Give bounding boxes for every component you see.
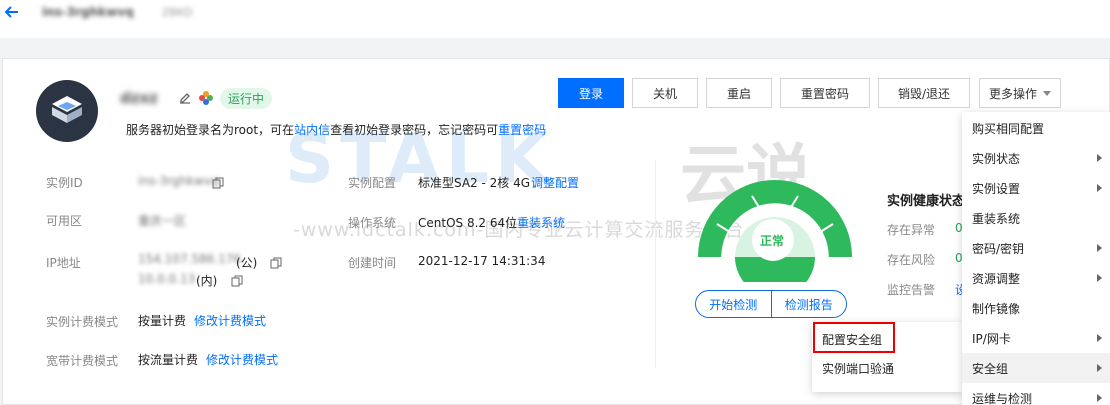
created-time-label: 创建时间 [348,256,397,270]
login-button[interactable]: 登录 [558,78,624,108]
check-report-button[interactable]: 检测报告 [770,291,847,317]
bandwidth-billing-label: 宽带计费模式 [46,354,119,368]
login-hint: 服务器初始登录名为root，可在站内信查看初始登录密码，忘记密码可重置密码 [126,121,546,138]
ip-label: IP地址 [46,256,81,270]
column-divider [655,160,656,368]
reset-password-link[interactable]: 重置密码 [498,123,546,137]
menu-item-label: 重装系统 [972,211,1021,226]
health-gauge [698,180,852,282]
menu-item-reinstall-os[interactable]: 重装系统 [962,203,1110,233]
menu-item-security-group[interactable]: 安全组 [962,353,1110,383]
adjust-config-link[interactable]: 调整配置 [531,174,579,191]
health-row-label: 存在风险 [887,253,936,267]
instance-id-label: 实例ID [46,176,83,190]
instance-title-row: dzxz 运行中 [120,87,273,109]
menu-item-ip-nic[interactable]: IP/网卡 [962,323,1110,353]
reinstall-os-link[interactable]: 重装系统 [517,214,565,231]
menu-item-password-key[interactable]: 密码/密钥 [962,233,1110,263]
zone-value: 重庆一区 [138,214,187,228]
os-label: 操作系统 [348,216,397,230]
port-check-item[interactable]: 实例端口验通 [812,353,962,383]
billing-mode-value: 按量计费 [138,314,187,328]
instance-id-value: ins-3rghkwvq [138,174,219,188]
instance-sub-header: ZBKD [162,6,193,19]
menu-item-label: 制作镜像 [972,301,1021,316]
copy-icon[interactable] [212,177,224,189]
shutdown-button[interactable]: 关机 [632,78,698,108]
health-row-label: 存在异常 [887,223,936,237]
hint-middle: 查看初始登录密码，忘记密码可 [330,123,499,137]
menu-item-label: 实例设置 [972,181,1021,196]
ip-private-suffix: (内) [196,274,218,288]
os-value: CentOS 8.2 64位 [418,216,518,230]
copy-icon[interactable] [231,275,243,287]
edit-icon[interactable] [178,91,192,105]
bandwidth-billing-value: 按流量计费 [138,353,199,367]
menu-item-buy-same-config[interactable]: 购买相同配置 [962,113,1110,143]
chevron-right-icon [1097,244,1102,252]
terminate-button[interactable]: 销毁/退还 [878,78,970,108]
menu-item-label: 密码/密钥 [972,241,1025,256]
more-actions-label: 更多操作 [988,86,1037,101]
menu-item-label: 运维与检测 [972,391,1033,405]
start-check-button[interactable]: 开始检测 [696,291,771,317]
config-value: 标准型SA2 - 2核 4G [418,176,531,190]
health-status-title: 实例健康状态 [887,194,966,209]
reset-password-button[interactable]: 重置密码 [780,78,870,108]
chevron-right-icon [1097,364,1102,372]
more-actions-menu: 购买相同配置 实例状态 实例设置 重装系统 密码/密钥 资源调整 制作镜像 IP… [962,112,1110,405]
menu-item-instance-status[interactable]: 实例状态 [962,143,1110,173]
config-label: 实例配置 [348,176,397,190]
check-button-group: 开始检测 检测报告 [695,290,847,318]
modify-billing-link[interactable]: 修改计费模式 [194,312,266,329]
menu-item-resource-adjust[interactable]: 资源调整 [962,263,1110,293]
instance-avatar [36,80,98,142]
menu-item-label: 资源调整 [972,271,1021,286]
menu-item-create-image[interactable]: 制作镜像 [962,293,1110,323]
menu-item-instance-settings[interactable]: 实例设置 [962,173,1110,203]
status-badge: 运行中 [220,87,273,109]
ip-private-value: 10.0.0.13 [138,272,196,286]
tag-flower-icon[interactable] [198,90,214,106]
zone-label: 可用区 [46,214,83,228]
top-bar: ins-3rghkwvq ZBKD [0,0,1110,38]
server-stack-icon [52,96,82,123]
instance-title: dzxz [120,89,158,107]
chevron-down-icon [1043,90,1051,96]
more-actions-button[interactable]: 更多操作 [979,78,1061,108]
ip-public-value: 154.107.586.176 [138,252,242,266]
chevron-right-icon [1097,154,1102,162]
hint-prefix: 服务器初始登录名为root，可在 [126,123,295,137]
modify-bandwidth-billing-link[interactable]: 修改计费模式 [206,351,278,368]
menu-item-label: 购买相同配置 [972,121,1045,136]
health-row-label: 监控告警 [887,283,936,297]
gauge-status-text: 正常 [760,234,785,248]
highlight-box [813,322,895,353]
copy-icon[interactable] [270,257,282,269]
ip-public-suffix: (公) [236,256,258,270]
menu-item-ops-and-check[interactable]: 运维与检测 [962,383,1110,405]
chevron-right-icon [1097,394,1102,402]
chevron-right-icon [1097,184,1102,192]
instance-name-header: ins-3rghkwvq [42,5,134,19]
inbox-link[interactable]: 站内信 [294,123,330,137]
chevron-right-icon [1097,334,1102,342]
menu-item-label: IP/网卡 [972,331,1011,346]
back-arrow-icon[interactable] [4,4,20,20]
menu-item-label: 实例状态 [972,151,1021,166]
restart-button[interactable]: 重启 [706,78,772,108]
chevron-right-icon [1097,274,1102,282]
billing-mode-label: 实例计费模式 [46,315,119,329]
created-time-value: 2021-12-17 14:31:34 [418,254,546,268]
menu-item-label: 安全组 [972,361,1009,376]
